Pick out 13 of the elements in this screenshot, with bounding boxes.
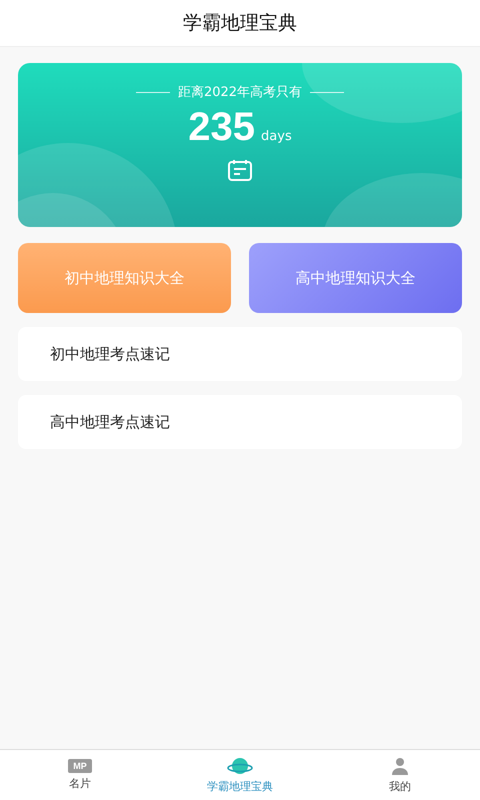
list-item[interactable]: 初中地理考点速记 <box>18 327 462 381</box>
page-title: 学霸地理宝典 <box>183 11 297 36</box>
days-unit: days <box>261 129 292 144</box>
countdown-caption: 距离2022年高考只有 <box>178 84 302 101</box>
tab-item[interactable]: 学霸地理宝典 <box>160 750 320 800</box>
planet-icon <box>227 756 253 776</box>
tab-item[interactable]: 我的 <box>320 750 480 800</box>
tab-item[interactable]: MP 名片 <box>0 750 160 800</box>
days-count: 235 <box>188 105 256 150</box>
person-icon <box>390 756 410 776</box>
card-icon: MP <box>68 759 92 773</box>
calendar-icon <box>227 158 253 182</box>
list-item[interactable]: 高中地理考点速记 <box>18 395 462 449</box>
